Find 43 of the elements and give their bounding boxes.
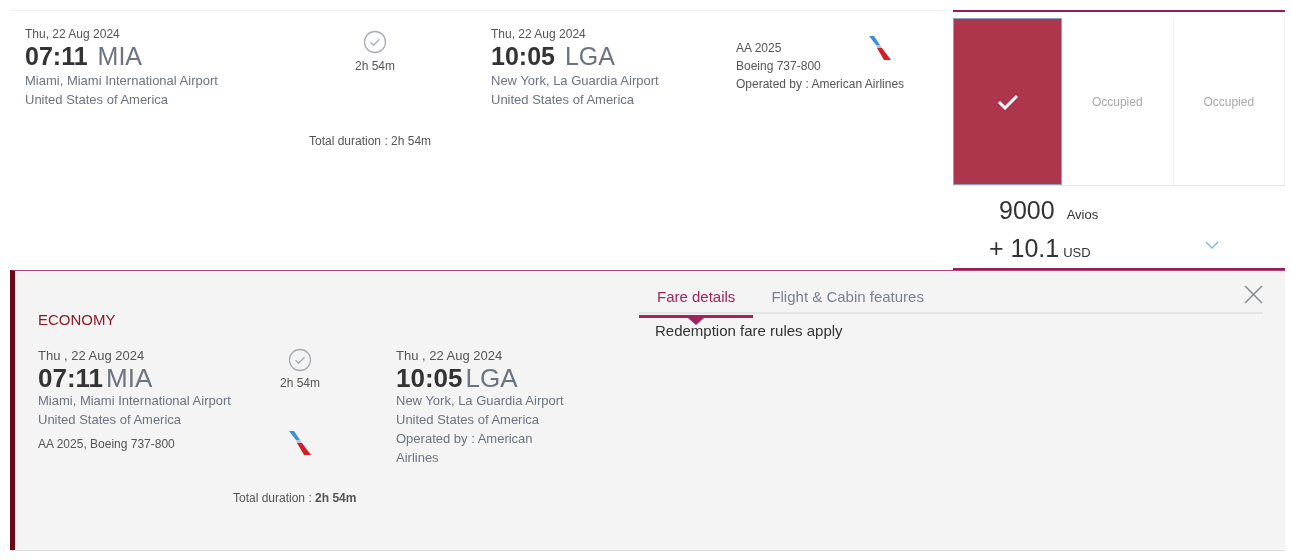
date-text: Thu , 22 Aug 2024	[396, 346, 504, 365]
tail-logo-icon	[288, 429, 312, 456]
checkmark-icon	[996, 93, 1019, 110]
points-unit: Avios	[1066, 206, 1099, 224]
chevron-icon[interactable]	[1205, 241, 1219, 250]
airport-code: MIA	[97, 43, 142, 71]
total-duration: Total duration : 2h 54m	[309, 132, 433, 150]
time-text: 07:11	[25, 43, 88, 71]
check-circle-icon	[288, 347, 312, 372]
time-text: 10:05	[491, 43, 555, 71]
airport-name: Miami, Miami International Airport	[25, 71, 219, 90]
flight-info: AA 2025, Boeing 737-800	[38, 436, 176, 453]
airport-code: LGA	[564, 43, 615, 71]
tax-amount: + 10.1	[989, 232, 1060, 264]
time-text: 10:05	[396, 365, 463, 391]
points-amount: 9000	[999, 195, 1055, 226]
operator-text: Operated by : American Airlines	[736, 76, 905, 93]
date-text: Thu , 22 Aug 2024	[38, 346, 146, 365]
close-button[interactable]	[1244, 285, 1263, 304]
airport-name: Miami, Miami International Airport	[38, 392, 232, 410]
country-text: United States of America	[491, 90, 636, 109]
tail-logo-icon	[868, 35, 892, 61]
total-duration: Total duration : 2h 54m	[233, 490, 358, 507]
country-text: United States of America	[396, 411, 541, 429]
duration-text: 2h 54m	[355, 58, 395, 75]
flight-number: AA 2025	[736, 40, 782, 57]
duration-text: 2h 54m	[280, 374, 320, 392]
cabin-class: ECONOMY	[38, 310, 117, 330]
airport-code: MIA	[106, 365, 153, 391]
airport-code: LGA	[465, 365, 518, 391]
country-text: United States of America	[38, 411, 183, 429]
operator-text: Operated by : American Airlines	[396, 430, 534, 467]
currency-text: USD	[1063, 243, 1091, 262]
airport-name: New York, La Guardia Airport	[491, 71, 660, 90]
aircraft-text: Boeing 737-800	[736, 58, 821, 75]
tab[interactable]: Flight & Cabin features	[753, 283, 942, 315]
airport-name: New York, La Guardia Airport	[396, 392, 565, 410]
selected-fare-button[interactable]	[953, 18, 1062, 185]
date-text: Thu, 22 Aug 2024	[491, 26, 587, 43]
time-text: 07:11	[38, 365, 104, 391]
date-text: Thu, 22 Aug 2024	[25, 26, 121, 43]
check-circle-icon	[363, 30, 387, 54]
country-text: United States of America	[25, 90, 170, 109]
